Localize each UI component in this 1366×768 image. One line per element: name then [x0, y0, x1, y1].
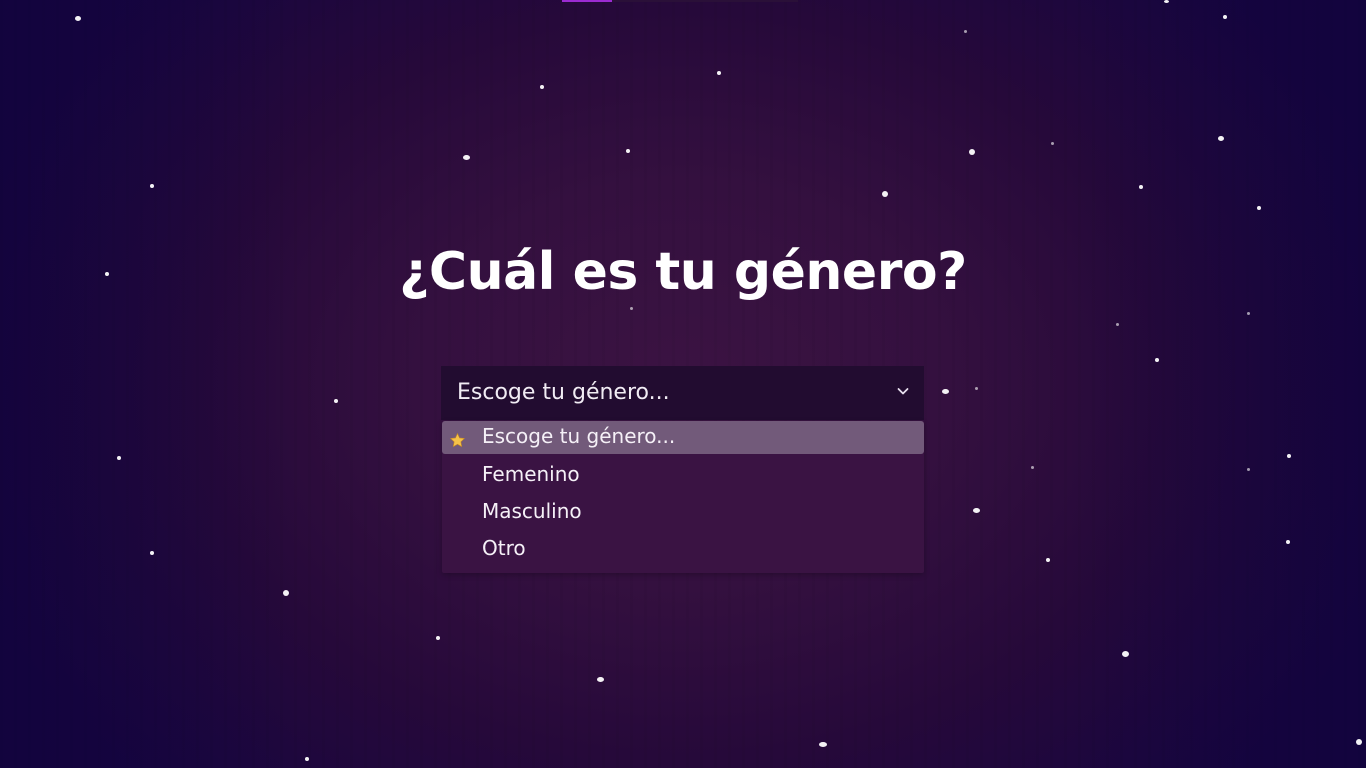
gender-option[interactable]: Escoge tu género...	[442, 421, 924, 454]
star-decoration	[1164, 0, 1169, 3]
star-decoration	[964, 30, 967, 33]
gender-option-label: Otro	[482, 536, 526, 560]
gender-option-label: Masculino	[482, 499, 582, 523]
gender-select-value: Escoge tu género...	[457, 380, 670, 405]
chevron-down-icon	[897, 387, 909, 396]
gender-option-label: Femenino	[482, 462, 580, 486]
star-decoration	[942, 389, 949, 394]
star-decoration	[1247, 468, 1250, 471]
gender-option[interactable]: Masculino	[442, 495, 924, 532]
star-decoration	[117, 456, 121, 460]
progress-bar-fill	[562, 0, 612, 2]
star-decoration	[1116, 323, 1119, 326]
star-decoration	[75, 16, 81, 21]
star-decoration	[463, 155, 470, 160]
star-decoration	[436, 636, 440, 640]
star-decoration	[1139, 185, 1143, 189]
star-icon	[449, 427, 466, 448]
star-decoration	[975, 387, 978, 390]
progress-bar-track	[612, 0, 798, 2]
gender-option[interactable]: Otro	[442, 532, 924, 569]
star-decoration	[1286, 540, 1290, 544]
star-decoration	[540, 85, 544, 89]
page-title: ¿Cuál es tu género?	[399, 242, 967, 302]
star-decoration	[1247, 312, 1250, 315]
star-decoration	[1356, 739, 1362, 745]
star-decoration	[1031, 466, 1034, 469]
star-decoration	[1287, 454, 1291, 458]
star-decoration	[1046, 558, 1050, 562]
star-decoration	[1223, 15, 1227, 19]
star-decoration	[597, 677, 604, 682]
star-decoration	[1155, 358, 1159, 362]
star-decoration	[969, 149, 975, 155]
gender-select[interactable]: Escoge tu género...	[441, 366, 924, 420]
gender-dropdown-list: Escoge tu género... Femenino Masculino O…	[442, 421, 924, 573]
star-decoration	[819, 742, 827, 747]
star-decoration	[973, 508, 980, 513]
star-decoration	[1051, 142, 1054, 145]
star-decoration	[334, 399, 338, 403]
star-decoration	[717, 71, 721, 75]
star-decoration	[150, 551, 154, 555]
star-decoration	[630, 307, 633, 310]
star-decoration	[626, 149, 630, 153]
star-decoration	[1257, 206, 1261, 210]
star-decoration	[1122, 651, 1129, 657]
star-decoration	[150, 184, 154, 188]
star-decoration	[1218, 136, 1224, 141]
star-decoration	[305, 757, 309, 761]
gender-option-label: Escoge tu género...	[482, 424, 676, 448]
star-decoration	[882, 191, 888, 197]
star-decoration	[283, 590, 289, 596]
gender-option[interactable]: Femenino	[442, 458, 924, 495]
